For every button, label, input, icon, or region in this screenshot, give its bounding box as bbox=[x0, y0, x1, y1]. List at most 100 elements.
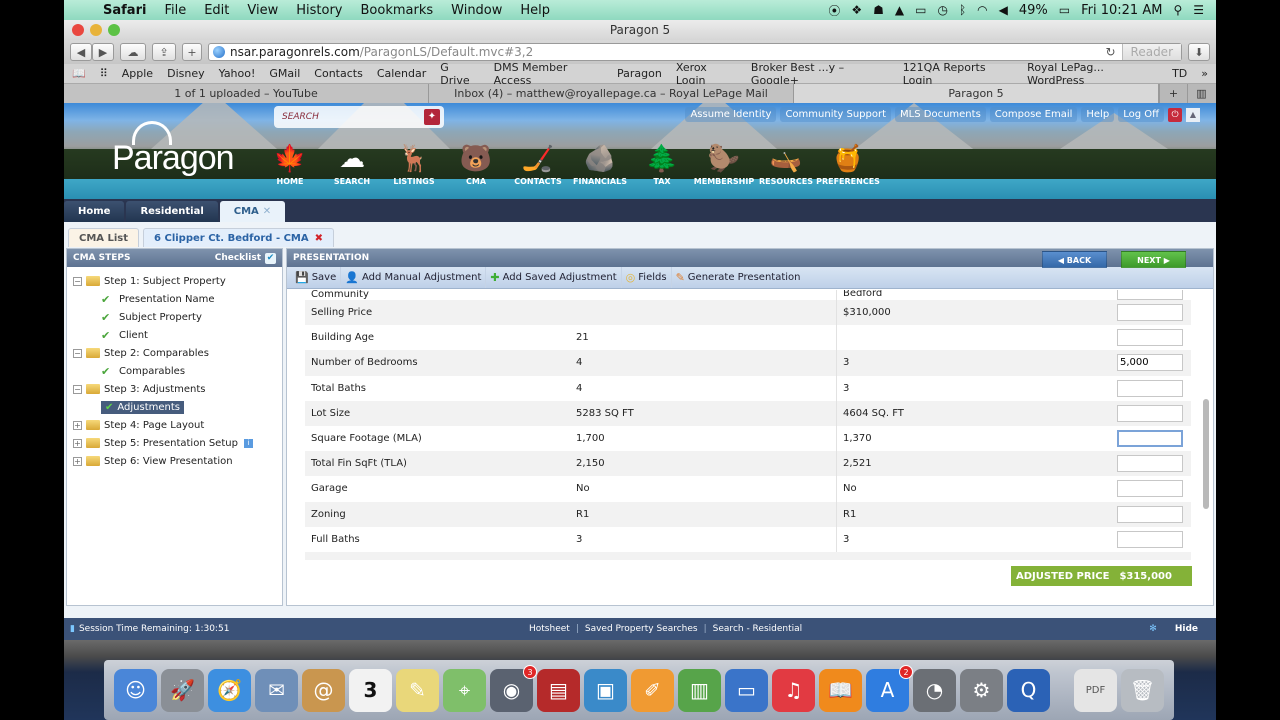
adjustment-input[interactable] bbox=[1117, 505, 1183, 523]
bookmark-xerox-login[interactable]: Xerox Login bbox=[676, 61, 737, 87]
add-manual-adjustment-button[interactable]: 👤 Add Manual Adjustment bbox=[341, 267, 487, 288]
nav-cma[interactable]: 🐻 CMA bbox=[445, 141, 507, 186]
expand-icon[interactable]: + bbox=[73, 420, 82, 430]
search-input[interactable]: SEARCH bbox=[282, 112, 319, 122]
share-button[interactable]: ⇪ bbox=[152, 43, 176, 61]
adjustment-input[interactable] bbox=[1117, 430, 1183, 448]
bookmark-td[interactable]: TD bbox=[1172, 67, 1187, 80]
generate-presentation-button[interactable]: ✎ Generate Presentation bbox=[672, 267, 805, 288]
step-presentation-name[interactable]: ✔ Presentation Name bbox=[73, 290, 276, 308]
step-2-node[interactable]: − Step 2: Comparables bbox=[73, 344, 276, 362]
step-1-node[interactable]: − Step 1: Subject Property bbox=[73, 272, 276, 290]
back-button[interactable]: ◀ BACK bbox=[1042, 251, 1107, 268]
nav-search[interactable]: ☁ SEARCH bbox=[321, 141, 383, 186]
bluetooth-icon[interactable]: ᛒ bbox=[959, 3, 966, 17]
step-5-node[interactable]: + Step 5: Presentation Setup i bbox=[73, 434, 276, 452]
tab-current-cma[interactable]: 6 Clipper Ct. Bedford - CMA ✖ bbox=[143, 228, 334, 247]
browser-tab-youtube[interactable]: 1 of 1 uploaded – YouTube bbox=[64, 84, 429, 103]
adjustment-input[interactable] bbox=[1117, 290, 1183, 300]
log-off-link[interactable]: Log Off bbox=[1118, 107, 1164, 122]
fields-button[interactable]: ◎ Fields bbox=[622, 267, 672, 288]
pages-icon[interactable]: ✐ bbox=[631, 668, 674, 712]
menu-file[interactable]: File bbox=[155, 3, 195, 18]
power-icon[interactable]: ⏻ bbox=[1168, 107, 1182, 122]
step-3-node[interactable]: − Step 3: Adjustments bbox=[73, 380, 276, 398]
expand-icon[interactable]: + bbox=[73, 456, 82, 466]
battery-icon[interactable]: ▭ bbox=[1059, 3, 1070, 17]
time-machine-icon[interactable]: ◷ bbox=[937, 3, 947, 17]
search-maple-leaf-button[interactable]: ✦ bbox=[424, 109, 440, 125]
menu-bookmarks[interactable]: Bookmarks bbox=[352, 3, 443, 18]
notification-center-icon[interactable]: ☰ bbox=[1193, 3, 1204, 17]
adjustment-input[interactable] bbox=[1117, 354, 1183, 372]
top-sites-icon[interactable]: ⠿ bbox=[100, 67, 108, 80]
search-residential-link[interactable]: Search - Residential bbox=[713, 624, 802, 634]
new-tab-button[interactable]: + bbox=[182, 43, 202, 61]
bookmark-disney[interactable]: Disney bbox=[167, 67, 205, 80]
forward-nav-button[interactable]: ▶ bbox=[92, 43, 114, 61]
spotlight-icon[interactable]: ⚲ bbox=[1173, 3, 1182, 17]
mls-documents-link[interactable]: MLS Documents bbox=[895, 107, 986, 122]
add-tab-icon[interactable]: + bbox=[1159, 84, 1187, 103]
system-preferences-icon[interactable]: ⚙ bbox=[960, 668, 1003, 712]
record-icon[interactable]: ⦿ bbox=[828, 2, 840, 19]
calendar-icon[interactable]: 3 bbox=[349, 668, 392, 712]
address-bar[interactable]: nsar.paragonrels.com/ParagonLS/Default.m… bbox=[208, 43, 1182, 61]
finder-icon[interactable]: ☺ bbox=[114, 668, 157, 712]
bookmark-gmail[interactable]: GMail bbox=[269, 67, 300, 80]
close-cma-icon[interactable]: ✖ bbox=[315, 233, 323, 244]
downloads-button[interactable]: ⬇ bbox=[1188, 43, 1210, 61]
numbers-icon[interactable]: ▥ bbox=[678, 668, 721, 712]
saved-property-searches-link[interactable]: Saved Property Searches bbox=[585, 624, 698, 634]
menu-edit[interactable]: Edit bbox=[195, 3, 238, 18]
collapse-icon[interactable]: − bbox=[73, 384, 82, 394]
wifi-icon[interactable]: ◠ bbox=[977, 3, 987, 17]
tab-home[interactable]: Home bbox=[64, 201, 125, 222]
step-adjustments[interactable]: ✔ Adjustments bbox=[73, 398, 276, 416]
collapse-header-icon[interactable]: ▲ bbox=[1186, 107, 1200, 122]
volume-icon[interactable]: ◀ bbox=[999, 3, 1008, 17]
adjustment-input[interactable] bbox=[1117, 379, 1183, 397]
dropbox-icon[interactable]: ❖ bbox=[851, 3, 862, 17]
adjustment-input[interactable] bbox=[1117, 304, 1183, 322]
bookmark-calendar[interactable]: Calendar bbox=[377, 67, 426, 80]
settings-gear-icon[interactable]: ✻ bbox=[1149, 624, 1157, 634]
grid-scrollbar[interactable] bbox=[1203, 399, 1209, 509]
bookmark-g-drive[interactable]: G Drive bbox=[440, 61, 479, 87]
nav-financials[interactable]: 🪨 FINANCIALS bbox=[569, 141, 631, 186]
trash-icon[interactable]: 🗑 bbox=[1121, 668, 1164, 712]
help-link[interactable]: Help bbox=[1081, 107, 1115, 122]
back-nav-button[interactable]: ◀ bbox=[70, 43, 92, 61]
step-comparables[interactable]: ✔ Comparables bbox=[73, 362, 276, 380]
nav-contacts[interactable]: 🏒 CONTACTS bbox=[507, 141, 569, 186]
collapse-icon[interactable]: − bbox=[73, 348, 82, 358]
paragon-logo[interactable]: Paragon bbox=[112, 139, 235, 178]
safari-icon[interactable]: 🧭 bbox=[208, 668, 251, 712]
menu-app-name[interactable]: Safari bbox=[94, 3, 155, 18]
reading-list-icon[interactable]: 📖 bbox=[72, 67, 86, 80]
add-saved-adjustment-button[interactable]: ✚ Add Saved Adjustment bbox=[486, 267, 622, 288]
save-button[interactable]: 💾 Save bbox=[291, 267, 342, 288]
maps-icon[interactable]: ⌖ bbox=[443, 668, 486, 712]
nav-preferences[interactable]: 🍯 PREFERENCES bbox=[816, 141, 880, 186]
tab-cma-list[interactable]: CMA List bbox=[68, 228, 140, 247]
nav-home[interactable]: 🍁 HOME bbox=[259, 141, 321, 186]
assume-identity-link[interactable]: Assume Identity bbox=[685, 107, 777, 122]
bookmark-121qa-reports[interactable]: 121QA Reports Login bbox=[903, 61, 1013, 87]
next-button[interactable]: NEXT ▶ bbox=[1121, 251, 1186, 268]
iphoto-icon[interactable]: ▣ bbox=[584, 668, 627, 712]
checkbox-icon[interactable]: ✔ bbox=[265, 252, 276, 264]
reader-button[interactable]: Reader bbox=[1121, 44, 1181, 60]
hotsheet-link[interactable]: Hotsheet bbox=[529, 624, 570, 634]
step-client[interactable]: ✔ Client bbox=[73, 326, 276, 344]
step-subject-property[interactable]: ✔ Subject Property bbox=[73, 308, 276, 326]
bookmark-paragon[interactable]: Paragon bbox=[617, 67, 662, 80]
close-tab-icon[interactable]: ✕ bbox=[263, 206, 271, 217]
bookmark-contacts[interactable]: Contacts bbox=[314, 67, 363, 80]
ibooks-icon[interactable]: 📖 bbox=[819, 668, 862, 712]
nav-listings[interactable]: 🦌 LISTINGS bbox=[383, 141, 445, 186]
time-machine-icon[interactable]: ◔ bbox=[913, 668, 956, 712]
step-6-node[interactable]: + Step 6: View Presentation bbox=[73, 452, 276, 470]
community-support-link[interactable]: Community Support bbox=[780, 107, 892, 122]
quicktime-icon[interactable]: Q bbox=[1007, 668, 1050, 712]
